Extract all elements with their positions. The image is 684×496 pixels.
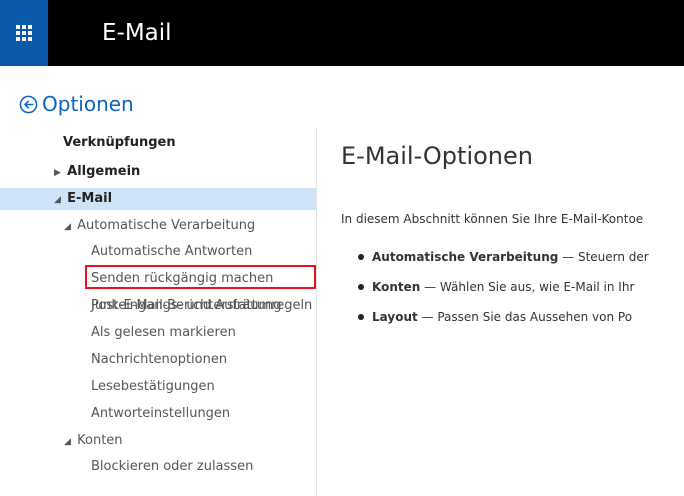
sidebar-item-label: Nachrichtenoptionen xyxy=(91,352,228,367)
sidebar-item-antworteinstellungen[interactable]: Antworteinstellungen xyxy=(0,403,316,425)
sidebar-item-label: E-Mail xyxy=(67,191,113,206)
sidebar-item-als-gelesen[interactable]: Als gelesen markieren xyxy=(0,322,316,344)
sidebar-item-label: Allgemein xyxy=(67,164,141,179)
highlight-box xyxy=(85,265,316,289)
sidebar-item-blockieren[interactable]: Blockieren oder zulassen xyxy=(0,456,316,478)
bullet-text: — Passen Sie das Aussehen von Po xyxy=(417,310,633,324)
intro-text: In diesem Abschnitt können Sie Ihre E-Ma… xyxy=(341,212,644,226)
sidebar-item-label: Antworteinstellungen xyxy=(91,406,231,421)
bullet-icon xyxy=(358,283,364,290)
options-title: Optionen xyxy=(42,92,134,116)
sidebar-item-email[interactable]: ◢ E-Mail xyxy=(0,188,316,210)
sidebar-item-lesebestaetigungen[interactable]: Lesebestätigungen xyxy=(0,376,316,398)
collapse-triangle-icon: ◢ xyxy=(64,222,71,232)
back-to-options-link[interactable]: Optionen xyxy=(19,91,134,117)
sidebar-divider xyxy=(316,129,317,496)
list-item: Automatische Verarbeitung — Steuern der xyxy=(358,248,649,266)
waffle-icon xyxy=(16,25,32,41)
sidebar-item-label: Verknüpfungen xyxy=(63,135,176,150)
sidebar-item-verknuepfungen[interactable]: Verknüpfungen xyxy=(0,132,316,154)
collapse-triangle-icon: ◢ xyxy=(64,437,71,447)
sidebar-item-label: Konten xyxy=(77,433,123,448)
sidebar-item-automatische-verarbeitung[interactable]: ◢ Automatische Verarbeitung xyxy=(0,215,316,237)
back-arrow-icon xyxy=(19,95,38,113)
bullet-term[interactable]: Automatische Verarbeitung xyxy=(372,250,558,264)
expand-triangle-icon: ▶ xyxy=(54,168,61,178)
list-item: Konten — Wählen Sie aus, wie E-Mail in I… xyxy=(358,278,634,296)
sidebar-item-label: Automatische Verarbeitung xyxy=(77,218,256,233)
options-sidebar: Verknüpfungen ▶ Allgemein ◢ E-Mail ◢ Aut… xyxy=(0,129,316,496)
top-bar: E-Mail xyxy=(0,0,684,66)
bullet-icon xyxy=(358,313,364,320)
app-launcher-button[interactable] xyxy=(0,0,48,66)
sidebar-item-junk-email[interactable]: Junk-E-Mail-Berichterstattung xyxy=(0,295,316,317)
collapse-triangle-icon: ◢ xyxy=(54,195,61,205)
bullet-text: — Wählen Sie aus, wie E-Mail in Ihr xyxy=(420,280,635,294)
sidebar-item-label: Junk-E-Mail-Berichterstattung xyxy=(91,298,282,313)
sidebar-item-label: Automatische Antworten xyxy=(91,244,253,259)
bullet-term[interactable]: Konten xyxy=(372,280,420,294)
bullet-text: — Steuern der xyxy=(558,250,649,264)
bullet-term[interactable]: Layout xyxy=(372,310,418,324)
sidebar-item-konten[interactable]: ◢ Konten xyxy=(0,430,316,452)
page-title: E-Mail-Optionen xyxy=(341,142,533,170)
sidebar-item-label: Lesebestätigungen xyxy=(91,379,215,394)
sidebar-item-label: Blockieren oder zulassen xyxy=(91,459,254,474)
sidebar-item-nachrichtenoptionen[interactable]: Nachrichtenoptionen xyxy=(0,349,316,371)
app-title: E-Mail xyxy=(102,20,172,46)
sidebar-item-allgemein[interactable]: ▶ Allgemein xyxy=(0,161,316,183)
sidebar-item-automatische-antworten[interactable]: Automatische Antworten xyxy=(0,241,316,263)
bullet-icon xyxy=(358,253,364,260)
list-item: Layout — Passen Sie das Aussehen von Po xyxy=(358,308,632,326)
sidebar-item-label: Als gelesen markieren xyxy=(91,325,236,340)
